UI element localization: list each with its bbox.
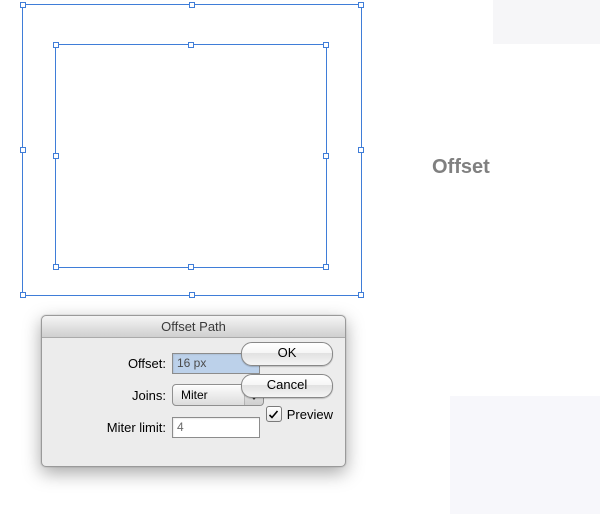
preview-checkbox[interactable] — [266, 406, 282, 422]
heading-offset: Offset — [432, 156, 490, 179]
dialog-buttons: OK Cancel — [241, 342, 333, 398]
preview-row: Preview — [266, 406, 333, 422]
selection-handle[interactable] — [323, 264, 329, 270]
inner-rectangle-path[interactable] — [55, 44, 327, 268]
canvas-area[interactable] — [22, 4, 362, 296]
miter-limit-label: Miter limit: — [46, 420, 172, 435]
selection-handle[interactable] — [323, 153, 329, 159]
miter-limit-input[interactable] — [172, 417, 260, 438]
decorative-panel-bottom — [450, 396, 600, 514]
selection-handle[interactable] — [53, 42, 59, 48]
cancel-button[interactable]: Cancel — [241, 374, 333, 398]
selection-handle[interactable] — [20, 292, 26, 298]
selection-handle[interactable] — [323, 42, 329, 48]
decorative-panel-top — [493, 0, 600, 44]
selection-handle[interactable] — [358, 292, 364, 298]
selection-handle[interactable] — [20, 2, 26, 8]
selection-handle[interactable] — [358, 2, 364, 8]
offset-path-dialog: Offset Path Offset: Joins: Miter Miter l… — [41, 315, 346, 467]
selection-handle[interactable] — [189, 2, 195, 8]
dialog-body: Offset: Joins: Miter Miter limit: OK Can… — [42, 338, 345, 466]
check-icon — [268, 409, 279, 420]
selection-handle[interactable] — [188, 42, 194, 48]
selection-handle[interactable] — [53, 264, 59, 270]
dialog-title[interactable]: Offset Path — [42, 316, 345, 338]
selection-handle[interactable] — [189, 292, 195, 298]
selection-handle[interactable] — [20, 147, 26, 153]
ok-button[interactable]: OK — [241, 342, 333, 366]
joins-select-value: Miter — [181, 388, 208, 402]
selection-handle[interactable] — [53, 153, 59, 159]
selection-handle[interactable] — [188, 264, 194, 270]
joins-label: Joins: — [46, 388, 172, 403]
preview-label: Preview — [287, 407, 333, 422]
offset-label: Offset: — [46, 356, 172, 371]
selection-handle[interactable] — [358, 147, 364, 153]
